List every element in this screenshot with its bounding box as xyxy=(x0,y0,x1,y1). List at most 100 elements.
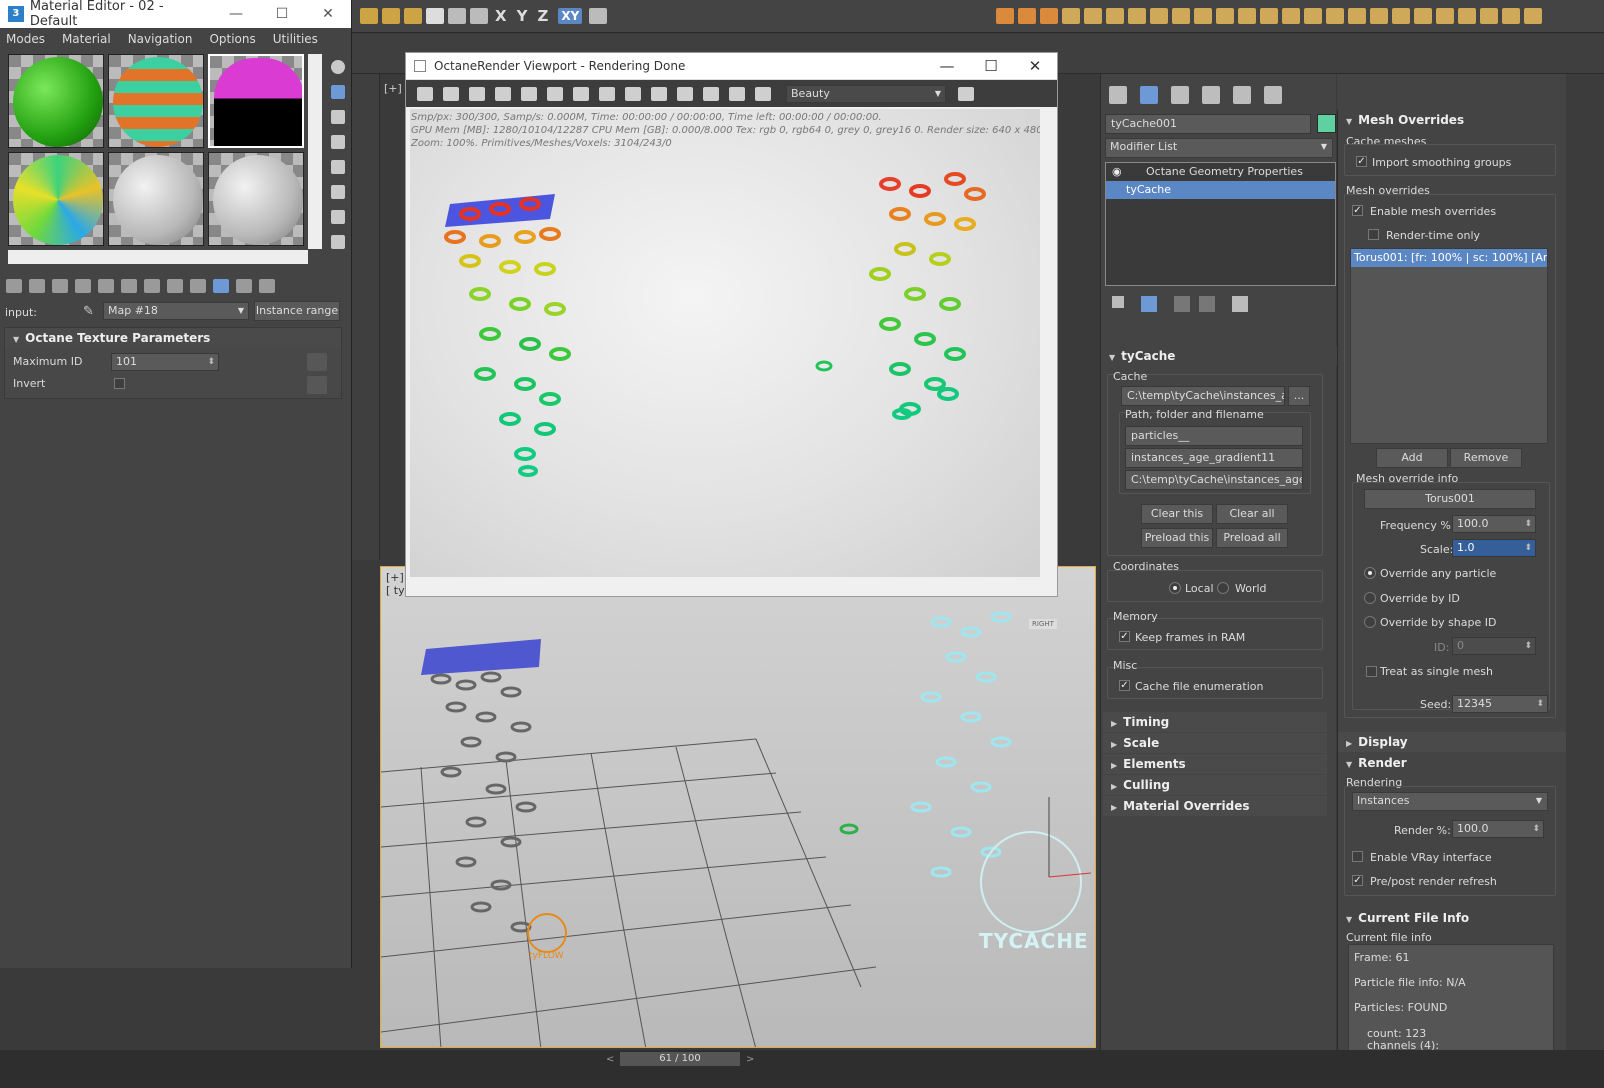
axis-z-button[interactable]: Z xyxy=(537,7,548,25)
browse-button[interactable]: ... xyxy=(1288,386,1310,406)
stack-item-tycache[interactable]: tyCache xyxy=(1106,181,1335,199)
menu-modes[interactable]: Modes xyxy=(6,32,45,46)
show-end-result-icon[interactable] xyxy=(213,279,229,293)
sample-slot-3[interactable] xyxy=(208,54,304,148)
utilities-tab-icon[interactable] xyxy=(1264,86,1282,104)
render-hscrollbar[interactable] xyxy=(410,579,1043,595)
preload-this-button[interactable]: Preload this xyxy=(1141,528,1213,548)
assign-material-icon[interactable] xyxy=(52,279,68,293)
tyflow-icon-4[interactable] xyxy=(1062,8,1080,24)
put-to-scene-icon[interactable] xyxy=(29,279,45,293)
filename-field[interactable]: instances_age_gradient11 xyxy=(1125,448,1303,468)
make-unique-icon[interactable] xyxy=(121,279,137,293)
select-by-material-icon[interactable] xyxy=(331,235,345,249)
sample-sphere-icon[interactable] xyxy=(331,60,345,74)
tyflow-icon-22[interactable] xyxy=(1458,8,1476,24)
next-frame-icon[interactable]: > xyxy=(746,1054,754,1065)
menu-material[interactable]: Material xyxy=(62,32,111,46)
autofocus-icon[interactable] xyxy=(573,86,589,101)
tyflow-icon-25[interactable] xyxy=(1524,8,1542,24)
show-end-result-icon[interactable] xyxy=(1141,296,1157,312)
restart-render-icon[interactable] xyxy=(469,86,485,101)
options-icon[interactable] xyxy=(331,210,345,224)
render-pct-spinner[interactable]: 100.0 xyxy=(1452,820,1544,838)
cache-enum-checkbox[interactable]: ✓ xyxy=(1119,680,1130,691)
delete-icon[interactable] xyxy=(75,279,91,293)
material-picker-icon[interactable] xyxy=(625,86,641,101)
override-id-radio[interactable] xyxy=(1364,592,1376,604)
display-tab-icon[interactable] xyxy=(1233,86,1251,104)
octane-minimize-icon[interactable]: — xyxy=(925,57,969,75)
go-forward-icon[interactable] xyxy=(259,279,275,293)
add-override-button[interactable]: Add xyxy=(1376,448,1448,468)
elements-rollout[interactable]: ▶ Elements xyxy=(1103,754,1327,774)
sample-slot-5[interactable] xyxy=(108,152,204,246)
create-tab-icon[interactable] xyxy=(1109,86,1127,104)
render-rollout[interactable]: ▼ Render xyxy=(1338,753,1566,773)
tyflow-icon-17[interactable] xyxy=(1348,8,1366,24)
tyflow-icon-10[interactable] xyxy=(1194,8,1212,24)
menu-options[interactable]: Options xyxy=(209,32,255,46)
tycache-header[interactable]: ▼ tyCache xyxy=(1101,346,1337,366)
link-icon[interactable] xyxy=(360,8,378,24)
tyflow-icon-20[interactable] xyxy=(1414,8,1432,24)
tyflow-icon-6[interactable] xyxy=(1106,8,1124,24)
tyflow-icon-23[interactable] xyxy=(1480,8,1498,24)
axis-xy-button[interactable]: XY xyxy=(558,8,583,24)
put-to-library-icon[interactable] xyxy=(144,279,160,293)
gear-icon[interactable] xyxy=(755,86,771,101)
color-picker-icon[interactable] xyxy=(599,86,615,101)
tyflow-icon-18[interactable] xyxy=(1370,8,1388,24)
tyflow-icon-14[interactable] xyxy=(1282,8,1300,24)
seed-spinner[interactable]: 12345 xyxy=(1452,695,1548,713)
hierarchy-tab-icon[interactable] xyxy=(1171,86,1189,104)
tyflow-icon-1[interactable] xyxy=(996,8,1014,24)
override-shape-radio[interactable] xyxy=(1364,616,1376,628)
unlink-icon[interactable] xyxy=(382,8,400,24)
copy-material-icon[interactable] xyxy=(98,279,114,293)
film-region-icon[interactable] xyxy=(677,86,693,101)
display-rollout[interactable]: ▶ Display xyxy=(1338,732,1566,752)
tyflow-icon-9[interactable] xyxy=(1172,8,1190,24)
material-editor-titlebar[interactable]: 3 Material Editor - 02 - Default — ☐ ✕ xyxy=(0,0,351,29)
copy-render-icon[interactable] xyxy=(443,86,459,101)
stack-item-octane[interactable]: Octane Geometry Properties xyxy=(1106,163,1335,181)
eyedropper-icon[interactable]: ✎ xyxy=(83,304,94,319)
uv-tiling-icon[interactable] xyxy=(331,135,345,149)
local-radio[interactable] xyxy=(1169,582,1181,594)
slots-scrollbar[interactable] xyxy=(308,54,322,249)
invert-checkbox[interactable] xyxy=(114,378,125,389)
cache-path-field[interactable]: C:\temp\tyCache\instances_age_ xyxy=(1121,386,1285,406)
view-cube[interactable]: RIGHT xyxy=(1029,619,1057,629)
remove-modifier-icon[interactable] xyxy=(1199,296,1215,312)
object-color-swatch[interactable] xyxy=(1317,114,1336,133)
angle-snap-icon[interactable] xyxy=(470,8,488,24)
single-mesh-checkbox[interactable] xyxy=(1366,666,1377,677)
render-settings-icon[interactable] xyxy=(729,86,745,101)
top-viewport-label[interactable]: [+] xyxy=(384,82,402,95)
invert-map-button[interactable] xyxy=(307,376,327,394)
menu-utilities[interactable]: Utilities xyxy=(273,32,318,46)
frame-display[interactable]: 61 / 100 xyxy=(620,1052,740,1066)
eye-icon[interactable]: ◉ xyxy=(1112,165,1122,178)
render-pass-select[interactable]: Beauty ▼ xyxy=(786,84,946,103)
torus-pick-button[interactable]: Torus001 xyxy=(1364,489,1536,509)
id-spinner[interactable]: 0 xyxy=(1452,637,1536,655)
make-preview-icon[interactable] xyxy=(331,185,345,199)
tyflow-icon-15[interactable] xyxy=(1304,8,1322,24)
refresh-icon[interactable] xyxy=(547,86,563,101)
save-render-icon[interactable] xyxy=(417,86,433,101)
minimize-icon[interactable]: — xyxy=(213,6,259,22)
tyflow-icon-3[interactable] xyxy=(1040,8,1058,24)
tyflow-icon-5[interactable] xyxy=(1084,8,1102,24)
maximum-id-map-button[interactable] xyxy=(307,353,327,371)
select-filter-icon[interactable] xyxy=(426,8,444,24)
lock-icon[interactable] xyxy=(495,86,511,101)
tyflow-icon-12[interactable] xyxy=(1238,8,1256,24)
file-info-rollout[interactable]: ▼ Current File Info xyxy=(1338,908,1566,928)
clear-all-button[interactable]: Clear all xyxy=(1216,504,1288,524)
timing-rollout[interactable]: ▶ Timing xyxy=(1103,712,1327,732)
pause-icon[interactable] xyxy=(521,86,537,101)
video-color-icon[interactable] xyxy=(331,160,345,174)
modify-tab-icon[interactable] xyxy=(1140,86,1158,104)
